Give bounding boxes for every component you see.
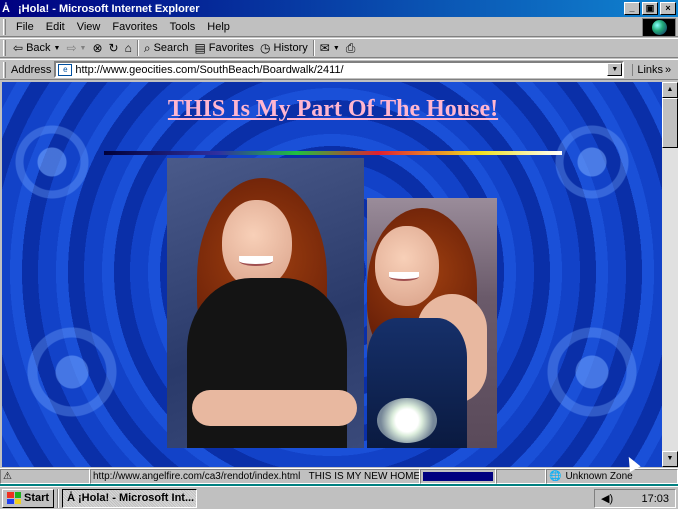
home-icon: ⌂ — [124, 41, 132, 55]
title-bar[interactable]: Ȧ ¡Hola! - Microsoft Internet Explorer _… — [0, 0, 678, 17]
clock[interactable]: 17:03 — [641, 493, 669, 505]
forward-arrow-icon: ⇨ — [66, 41, 77, 55]
menu-help[interactable]: Help — [201, 21, 236, 33]
favorites-folder-icon: ▤ — [194, 41, 206, 55]
page-icon: e — [58, 63, 73, 76]
menu-bar: File Edit View Favorites Tools Help — [0, 17, 678, 37]
menu-view[interactable]: View — [71, 21, 107, 33]
status-hover-url: http://www.angelfire.com/ca3/rendot/inde… — [93, 471, 301, 482]
back-arrow-icon: ⇦ — [13, 41, 24, 55]
menu-tools[interactable]: Tools — [164, 21, 202, 33]
home-button[interactable]: ⌂ — [122, 39, 135, 57]
links-label: Links — [637, 63, 664, 76]
start-label: Start — [24, 492, 50, 504]
menu-file[interactable]: File — [10, 21, 40, 33]
page-title: THIS Is My Part Of The House! — [167, 96, 499, 122]
security-zone-cell: 🌐 Unknown Zone — [546, 469, 678, 484]
volume-icon[interactable]: ◀) — [601, 492, 613, 505]
mail-dropdown-icon[interactable]: ▼ — [333, 45, 340, 52]
toolbar-separator — [312, 40, 315, 56]
links-button[interactable]: Links » — [632, 63, 672, 76]
vertical-scrollbar[interactable]: ▲ ▼ — [662, 82, 678, 467]
forward-dropdown-icon[interactable]: ▼ — [80, 45, 87, 52]
print-button[interactable]: ⎙ — [343, 39, 359, 57]
print-icon: ⎙ — [345, 41, 356, 55]
address-grip[interactable] — [3, 61, 6, 78]
photo-smile — [389, 272, 419, 281]
toolbar-grip[interactable] — [3, 40, 6, 56]
address-label: Address — [11, 63, 52, 76]
ie-page-icon: Ȧ — [67, 492, 76, 504]
taskbar-separator — [57, 488, 60, 508]
back-dropdown-icon[interactable]: ▼ — [54, 45, 61, 52]
menu-grip[interactable] — [3, 18, 6, 35]
mail-button[interactable]: ✉ ▼ — [317, 39, 343, 57]
photo-arms — [192, 390, 357, 426]
status-text-cell: http://www.angelfire.com/ca3/rendot/inde… — [90, 469, 420, 484]
favorites-button[interactable]: ▤ Favorites — [191, 39, 257, 57]
ie-page-icon: Ȧ — [2, 2, 10, 15]
stop-icon: ⊗ — [92, 41, 103, 55]
system-tray: ◀) 17:03 — [594, 489, 676, 508]
photo-portrait-left — [167, 158, 364, 448]
back-button[interactable]: ⇦ Back ▼ — [10, 39, 63, 57]
chevron-right-icon: » — [665, 63, 672, 76]
task-label: ¡Hola! - Microsoft Int... — [78, 492, 195, 504]
menu-favorites[interactable]: Favorites — [106, 21, 163, 33]
status-message: THIS IS MY NEW HOMEPAG — [308, 471, 420, 482]
photo-bouquet — [377, 398, 437, 443]
stop-button[interactable]: ⊗ — [89, 39, 105, 57]
refresh-button[interactable]: ↻ — [106, 39, 122, 57]
status-bar: ⚠ http://www.angelfire.com/ca3/rendot/in… — [0, 468, 678, 484]
scroll-down-button[interactable]: ▼ — [662, 451, 678, 467]
history-label: History — [273, 42, 308, 54]
windows-logo-icon — [7, 492, 21, 504]
scroll-thumb[interactable] — [662, 98, 678, 148]
search-icon: ⌕ — [143, 41, 151, 55]
close-button[interactable]: × — [660, 2, 676, 15]
zone-label: Unknown Zone — [565, 471, 633, 482]
photo-face — [222, 200, 292, 288]
start-button[interactable]: Start — [2, 488, 55, 508]
ie-throbber-logo — [642, 18, 676, 37]
warning-icon: ⚠ — [3, 471, 12, 482]
photo-face — [375, 226, 439, 306]
back-label: Back — [26, 42, 51, 54]
standard-toolbar: ⇦ Back ▼ ⇨ ▼ ⊗ ↻ ⌂ ⌕ Search ▤ Favorites … — [0, 38, 678, 58]
favorites-label: Favorites — [208, 42, 255, 54]
minimize-button[interactable]: _ — [624, 2, 640, 15]
history-button[interactable]: ◷ History — [257, 39, 311, 57]
scroll-up-button[interactable]: ▲ — [662, 82, 678, 98]
address-input[interactable]: e http://www.geocities.com/SouthBeach/Bo… — [54, 61, 625, 78]
photo-portrait-right — [367, 198, 497, 448]
address-url[interactable]: http://www.geocities.com/SouthBeach/Boar… — [75, 64, 343, 76]
refresh-icon: ↻ — [108, 41, 119, 55]
forward-button[interactable]: ⇨ ▼ — [63, 39, 89, 57]
menu-edit[interactable]: Edit — [40, 21, 71, 33]
window-title: ¡Hola! - Microsoft Internet Explorer — [18, 2, 200, 15]
status-empty-cell — [496, 469, 546, 484]
progress-bar — [423, 472, 493, 481]
window-controls: _ ▣ × — [624, 2, 676, 15]
mail-icon: ✉ — [319, 41, 330, 55]
taskbar: Start Ȧ ¡Hola! - Microsoft Int... ◀) 17:… — [0, 486, 678, 509]
globe-zone-icon: 🌐 — [549, 471, 562, 482]
search-label: Search — [153, 42, 189, 54]
history-icon: ◷ — [260, 41, 271, 55]
search-button[interactable]: ⌕ Search — [141, 39, 192, 57]
rainbow-divider — [104, 151, 562, 155]
toolbar-separator — [136, 40, 139, 56]
progress-cell — [420, 469, 496, 484]
maximize-button[interactable]: ▣ — [642, 2, 658, 15]
photo-smile — [239, 256, 273, 266]
taskbar-task-ie[interactable]: Ȧ ¡Hola! - Microsoft Int... — [62, 488, 198, 508]
address-dropdown-button[interactable]: ▼ — [607, 63, 623, 76]
globe-icon — [651, 20, 667, 35]
status-icon-cell: ⚠ — [0, 469, 90, 484]
address-bar: Address e http://www.geocities.com/South… — [0, 59, 678, 80]
page-content: THIS Is My Part Of The House! — [2, 82, 662, 467]
